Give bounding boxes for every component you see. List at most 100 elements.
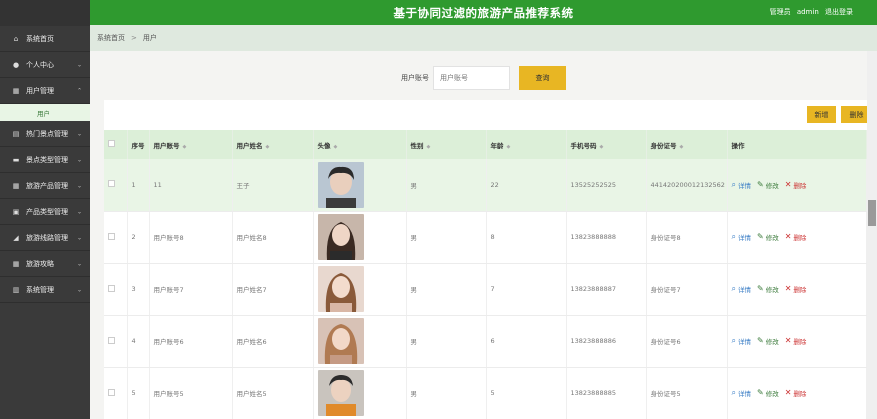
select-all-checkbox[interactable] bbox=[108, 140, 115, 147]
delete-row-button[interactable]: ✕ 删除 bbox=[785, 232, 807, 242]
col-avatar[interactable]: 头像 ◆ bbox=[313, 130, 407, 159]
cell-id-card: 身份证号7 bbox=[646, 263, 728, 316]
username: admin bbox=[796, 8, 819, 16]
scrollbar-thumb[interactable] bbox=[868, 200, 876, 226]
col-id-card[interactable]: 身份证号 ◆ bbox=[646, 130, 728, 159]
close-icon: ✕ bbox=[784, 336, 792, 346]
sidebar-item-guides[interactable]: ▦ 旅游攻略 ⌄ bbox=[0, 251, 90, 277]
delete-row-button[interactable]: ✕ 删除 bbox=[785, 284, 807, 294]
row-checkbox-cell bbox=[104, 211, 128, 264]
col-index: 序号 bbox=[127, 130, 150, 159]
cell-phone: 13823888888 bbox=[566, 211, 647, 264]
edit-button[interactable]: ✎ 修改 bbox=[757, 336, 779, 346]
sidebar-item-system[interactable]: ▥ 系统管理 ⌄ bbox=[0, 277, 90, 303]
breadcrumb-home[interactable]: 系统首页 bbox=[97, 33, 125, 43]
row-checkbox[interactable] bbox=[108, 180, 115, 188]
sidebar-item-home[interactable]: ⌂ 系统首页 bbox=[0, 26, 90, 52]
chevron-down-icon: ⌄ bbox=[76, 61, 82, 68]
col-name[interactable]: 用户姓名 ◆ bbox=[232, 130, 314, 159]
cell-age: 8 bbox=[486, 211, 567, 264]
detail-button[interactable]: ⌕ 详情 bbox=[732, 388, 751, 398]
sidebar-item-label: 旅游攻略 bbox=[26, 259, 54, 268]
cell-name: 用户姓名6 bbox=[232, 315, 314, 368]
cell-phone: 13525252525 bbox=[566, 159, 647, 212]
table-row[interactable]: 2 用户账号8 用户姓名8 男 8 13823888888 身份证号8 ⌕ 详情 ✎… bbox=[104, 211, 867, 264]
row-checkbox[interactable] bbox=[108, 336, 115, 344]
doc-icon: ▣ bbox=[12, 207, 20, 216]
sidebar-item-products[interactable]: ▦ 旅游产品管理 ⌄ bbox=[0, 173, 90, 199]
sidebar-item-label: 个人中心 bbox=[26, 60, 54, 69]
cell-actions: ⌕ 详情 ✎ 修改 ✕ 删除 bbox=[727, 263, 867, 316]
col-age[interactable]: 年龄 ◆ bbox=[486, 130, 567, 159]
sidebar-item-label: 旅游线路管理 bbox=[26, 233, 68, 242]
sort-icon: ◆ bbox=[679, 143, 684, 150]
delete-row-button[interactable]: ✕ 删除 bbox=[785, 336, 807, 346]
sidebar-item-attraction-types[interactable]: ▬ 景点类型管理 ⌄ bbox=[0, 147, 90, 173]
col-phone[interactable]: 手机号码 ◆ bbox=[566, 130, 647, 159]
sort-icon: ◆ bbox=[599, 143, 604, 150]
search-icon: ⌕ bbox=[731, 180, 736, 189]
detail-button[interactable]: ⌕ 详情 bbox=[732, 232, 751, 242]
sort-icon: ◆ bbox=[506, 143, 511, 150]
cell-actions: ⌕ 详情 ✎ 修改 ✕ 删除 bbox=[727, 159, 867, 212]
cell-index: 2 bbox=[127, 211, 150, 264]
row-checkbox[interactable] bbox=[108, 284, 115, 292]
cell-age: 7 bbox=[486, 263, 567, 316]
delete-row-button[interactable]: ✕ 删除 bbox=[785, 388, 807, 398]
edit-button[interactable]: ✎ 修改 bbox=[757, 232, 779, 242]
logout-link[interactable]: 退出登录 bbox=[825, 8, 853, 16]
sidebar-item-product-types[interactable]: ▣ 产品类型管理 ⌄ bbox=[0, 199, 90, 225]
row-checkbox[interactable] bbox=[108, 232, 115, 240]
search-button[interactable]: 查询 bbox=[519, 66, 566, 90]
user-table: 序号 用户账号 ◆ 用户姓名 ◆ 头像 ◆ 性别 ◆ 年龄 ◆ 手机号码 ◆ 身份证号 ◆ 操… bbox=[104, 130, 867, 419]
cell-index: 4 bbox=[127, 315, 150, 368]
search-input[interactable] bbox=[433, 66, 510, 90]
detail-button[interactable]: ⌕ 详情 bbox=[732, 284, 751, 294]
cell-avatar bbox=[313, 159, 407, 212]
delete-row-button[interactable]: ✕ 删除 bbox=[785, 180, 807, 190]
chevron-down-icon: ⌄ bbox=[76, 130, 82, 137]
select-all-cell bbox=[104, 130, 128, 159]
sidebar-item-label: 景点类型管理 bbox=[26, 155, 68, 164]
card-icon: ▬ bbox=[12, 155, 20, 164]
search-icon: ⌕ bbox=[731, 388, 736, 398]
cell-gender: 男 bbox=[406, 315, 487, 368]
col-account[interactable]: 用户账号 ◆ bbox=[149, 130, 233, 159]
edit-button[interactable]: ✎ 修改 bbox=[757, 388, 779, 398]
chevron-down-icon: ⌄ bbox=[76, 208, 82, 215]
detail-button[interactable]: ⌕ 详情 bbox=[732, 336, 751, 346]
close-icon: ✕ bbox=[784, 284, 792, 294]
edit-button[interactable]: ✎ 修改 bbox=[757, 180, 779, 190]
table-row[interactable]: 1 11 王子 男 22 13525252525 441420200012132… bbox=[104, 159, 867, 212]
cell-avatar bbox=[313, 263, 407, 316]
cell-index: 5 bbox=[127, 367, 150, 419]
sidebar-subitem-user[interactable]: 用户 bbox=[0, 104, 90, 121]
table-row[interactable]: 5 用户账号5 用户姓名5 男 5 13823888885 身份证号5 ⌕ 详情 ✎… bbox=[104, 367, 867, 419]
table-panel: 新增 删除 序号 用户账号 ◆ 用户姓名 ◆ 头像 ◆ 性别 ◆ 年龄 ◆ 手机号码 ◆ 身… bbox=[104, 100, 872, 419]
edit-button[interactable]: ✎ 修改 bbox=[757, 284, 779, 294]
sidebar-item-users[interactable]: ▦ 用户管理 ⌃ bbox=[0, 78, 90, 104]
detail-button[interactable]: ⌕ 详情 bbox=[732, 180, 751, 190]
col-gender[interactable]: 性别 ◆ bbox=[406, 130, 487, 159]
scrollbar-track[interactable] bbox=[867, 51, 877, 419]
cell-account: 用户账号7 bbox=[149, 263, 233, 316]
table-row[interactable]: 4 用户账号6 用户姓名6 男 6 13823888886 身份证号6 ⌕ 详情 ✎… bbox=[104, 315, 867, 368]
pencil-icon: ✎ bbox=[756, 180, 764, 189]
table-row[interactable]: 3 用户账号7 用户姓名7 男 7 13823888887 身份证号7 ⌕ 详情 ✎… bbox=[104, 263, 867, 316]
add-button[interactable]: 新增 bbox=[807, 106, 836, 123]
cell-gender: 男 bbox=[406, 367, 487, 419]
chevron-down-icon: ⌄ bbox=[76, 260, 82, 267]
row-checkbox[interactable] bbox=[108, 388, 115, 396]
cell-phone: 13823888887 bbox=[566, 263, 647, 316]
sidebar-item-attractions[interactable]: ▤ 热门景点管理 ⌄ bbox=[0, 121, 90, 147]
breadcrumb-separator: > bbox=[131, 34, 137, 42]
cell-age: 5 bbox=[486, 367, 567, 419]
user-area: 管理员 admin 退出登录 bbox=[766, 7, 853, 17]
sidebar-item-routes[interactable]: ◢ 旅游线路管理 ⌄ bbox=[0, 225, 90, 251]
grid-icon: ▦ bbox=[12, 259, 20, 268]
sidebar-item-profile[interactable]: ● 个人中心 ⌄ bbox=[0, 52, 90, 78]
search-icon: ⌕ bbox=[731, 284, 736, 294]
sidebar-item-label: 系统首页 bbox=[26, 34, 54, 43]
breadcrumb-current: 用户 bbox=[142, 34, 157, 42]
main-content: 用户账号 查询 新增 删除 序号 用户账号◆ 用户姓名◆ 头像◆ 性别◆ 年龄◆… bbox=[90, 51, 872, 419]
